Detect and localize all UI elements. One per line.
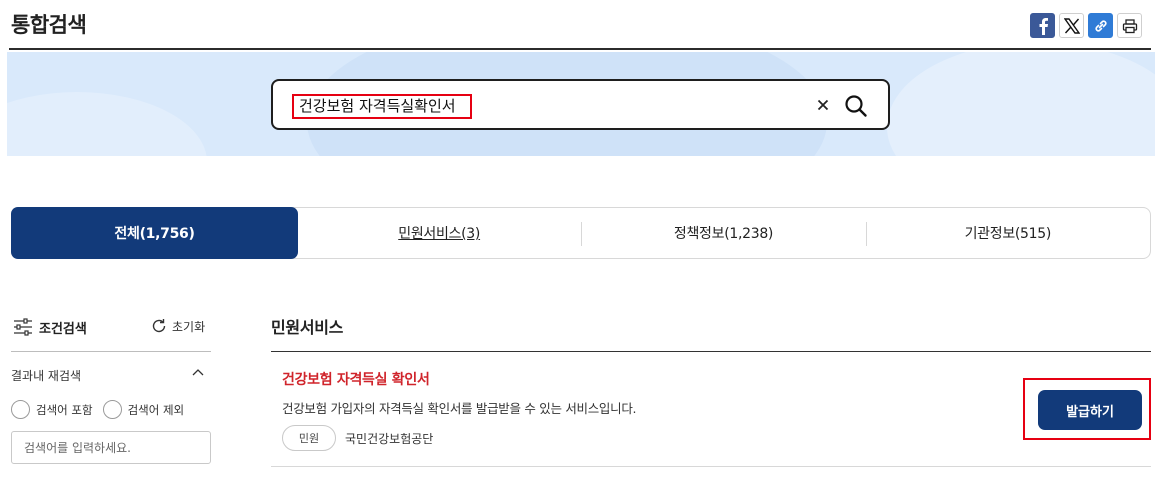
- close-icon: [817, 99, 829, 111]
- include-keyword-radio[interactable]: 검색어 포함: [11, 400, 93, 419]
- issue-button-highlight: 발급하기: [1023, 378, 1151, 440]
- tab-all[interactable]: 전체(1,756): [11, 207, 298, 259]
- page-title: 통합검색: [11, 13, 87, 37]
- chevron-up-icon[interactable]: [191, 366, 205, 380]
- x-share-button[interactable]: [1059, 13, 1084, 38]
- result-title-link[interactable]: 건강보험 자격득실 확인서: [282, 369, 430, 389]
- search-box: [271, 79, 890, 130]
- sliders-icon: [14, 318, 32, 336]
- tab-civil-service[interactable]: 민원서비스(3): [297, 208, 581, 258]
- exclude-keyword-radio[interactable]: 검색어 제외: [102, 400, 184, 419]
- share-bar: [1030, 13, 1142, 38]
- search-button[interactable]: [842, 92, 870, 120]
- link-icon: [1094, 19, 1107, 32]
- refine-search-input[interactable]: [11, 431, 211, 464]
- tab-policy-info[interactable]: 정책정보(1,238): [581, 208, 865, 258]
- filter-header: 조건검색 초기화: [11, 310, 211, 352]
- print-icon: [1122, 18, 1137, 33]
- search-icon: [845, 95, 867, 117]
- section-title: 민원서비스: [271, 318, 344, 337]
- search-query-highlight: [292, 94, 472, 119]
- result-item: 건강보험 자격득실 확인서 건강보험 가입자의 자격득실 확인서를 발급받을 수…: [271, 352, 1151, 467]
- facebook-icon: [1039, 17, 1048, 35]
- refine-options: 검색어 포함 검색어 제외: [11, 400, 184, 419]
- result-description: 건강보험 가입자의 자격득실 확인서를 발급받을 수 있는 서비스입니다.: [282, 401, 637, 416]
- copy-link-button[interactable]: [1088, 13, 1113, 38]
- reset-button[interactable]: 초기화: [150, 317, 205, 335]
- category-tag: 민원: [282, 425, 336, 451]
- result-tabs: 전체(1,756) 민원서비스(3) 정책정보(1,238) 기관정보(515): [11, 207, 1151, 259]
- clear-search-button[interactable]: [813, 95, 833, 115]
- facebook-share-button[interactable]: [1030, 13, 1055, 38]
- print-button[interactable]: [1117, 13, 1142, 38]
- tab-agency-info[interactable]: 기관정보(515): [865, 208, 1150, 258]
- filter-title: 조건검색: [39, 322, 87, 337]
- refine-search-heading: 결과내 재검색: [11, 369, 82, 383]
- issue-button[interactable]: 발급하기: [1038, 390, 1142, 430]
- x-icon: [1063, 17, 1080, 34]
- search-input[interactable]: [299, 96, 470, 117]
- organization-name: 국민건강보험공단: [345, 432, 434, 446]
- title-divider: [9, 48, 1151, 50]
- refresh-icon: [152, 319, 166, 333]
